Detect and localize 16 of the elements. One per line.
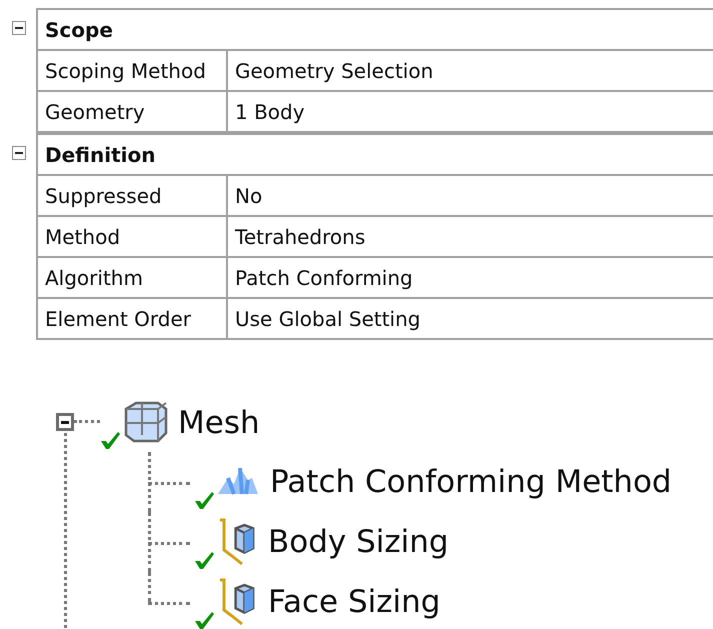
tree-item[interactable]: Face Sizing [268,584,440,620]
property-label: Suppressed [37,175,227,216]
tree-item[interactable]: Mesh [178,405,260,441]
property-label: Algorithm [37,257,227,298]
tree-item[interactable]: Body Sizing [268,524,449,560]
property-label: Method [37,216,227,257]
property-label: Element Order [37,298,227,339]
tree-item[interactable]: Patch Conforming Method [270,464,672,500]
collapse-toggle[interactable] [56,413,74,431]
property-label: Geometry [37,91,227,132]
mesh-icon [122,401,168,445]
group-header: Scope [37,9,713,50]
collapse-toggle[interactable] [12,21,26,35]
group-header: Definition [37,134,713,175]
property-label: Scoping Method [37,50,227,91]
collapse-toggle[interactable] [12,146,26,160]
